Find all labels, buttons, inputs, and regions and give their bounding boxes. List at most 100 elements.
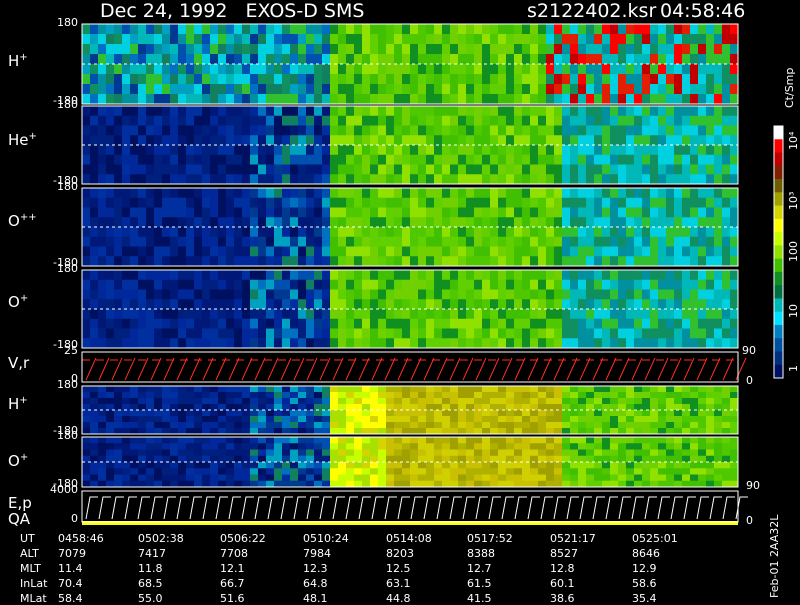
heatmap-cell — [626, 318, 634, 329]
heatmap-cell — [450, 154, 458, 165]
heatmap-cell — [370, 449, 378, 457]
heatmap-cell — [434, 135, 442, 146]
heatmap-cell — [282, 289, 290, 300]
heatmap-cell — [394, 106, 402, 117]
heatmap-cell — [170, 468, 178, 475]
heatmap-cell — [322, 207, 330, 218]
heatmap-cell — [242, 174, 250, 185]
heatmap-cell — [266, 289, 274, 300]
heatmap-cell — [674, 398, 682, 405]
heatmap-cell — [114, 64, 122, 75]
heatmap-cell — [530, 443, 538, 450]
table-cell: 0521:17 — [550, 532, 596, 545]
heatmap-cell — [594, 135, 602, 146]
heatmap-cell — [594, 106, 602, 117]
heatmap-cell — [106, 256, 114, 267]
heatmap-cell — [658, 416, 666, 423]
heatmap-cell — [602, 84, 610, 95]
heatmap-cell — [666, 270, 674, 281]
heatmap-cell — [514, 328, 522, 339]
heatmap-cell — [482, 289, 490, 300]
heatmap-cell — [234, 135, 242, 146]
heatmap-cell — [562, 24, 570, 35]
heatmap-cell — [554, 125, 562, 136]
heatmap-cell — [386, 416, 394, 423]
heatmap-cell — [674, 164, 682, 175]
heatmap-cell — [234, 256, 242, 267]
heatmap-cell — [586, 318, 594, 329]
heatmap-cell — [314, 279, 322, 290]
heatmap-cell — [306, 410, 314, 417]
heatmap-cell — [554, 480, 562, 488]
heatmap-cell — [618, 125, 626, 136]
heatmap-cell — [306, 437, 314, 444]
heatmap-cell — [186, 64, 194, 75]
heatmap-cell — [378, 318, 386, 329]
heatmap-cell — [682, 197, 690, 208]
heatmap-cell — [194, 74, 202, 85]
heatmap-cell — [458, 449, 466, 457]
heatmap-cell — [330, 318, 338, 329]
heatmap-cell — [394, 256, 402, 267]
heatmap-cell — [514, 145, 522, 156]
heatmap-cell — [346, 462, 354, 469]
heatmap-cell — [122, 64, 130, 75]
heatmap-cell — [186, 188, 194, 199]
heatmap-cell — [706, 236, 714, 247]
heatmap-cell — [98, 84, 106, 95]
heatmap-cell — [578, 468, 586, 475]
heatmap-cell — [610, 227, 618, 238]
heatmap-cell — [514, 54, 522, 65]
heatmap-cell — [466, 289, 474, 300]
heatmap-cell — [618, 207, 626, 218]
heatmap-cell — [562, 174, 570, 185]
heatmap-cell — [546, 236, 554, 247]
heatmap-cell — [690, 455, 698, 463]
heatmap-cell — [442, 392, 450, 399]
heatmap-cell — [562, 164, 570, 175]
heatmap-cell — [474, 64, 482, 75]
heatmap-cell — [90, 227, 98, 238]
heatmap-cell — [370, 416, 378, 423]
heatmap-cell — [714, 422, 722, 429]
heatmap-cell — [426, 289, 434, 300]
table-cell: 51.6 — [220, 592, 245, 605]
heatmap-cell — [170, 94, 178, 105]
heatmap-cell — [234, 54, 242, 65]
heatmap-cell — [690, 174, 698, 185]
heatmap-cell — [586, 227, 594, 238]
heatmap-cell — [658, 34, 666, 45]
heatmap-cell — [706, 437, 714, 444]
heatmap-cell — [450, 392, 458, 399]
heatmap-cell — [154, 422, 162, 429]
heatmap-cell — [242, 24, 250, 35]
heatmap-cell — [210, 174, 218, 185]
table-cell: 12.5 — [386, 562, 411, 575]
heatmap-cell — [178, 474, 186, 482]
heatmap-cell — [602, 256, 610, 267]
heatmap-cell — [114, 246, 122, 257]
heatmap-cell — [194, 422, 202, 429]
heatmap-cell — [698, 106, 706, 117]
heatmap-cell — [138, 217, 146, 228]
heatmap-cell — [730, 24, 738, 35]
heatmap-cell — [594, 164, 602, 175]
heatmap-cell — [370, 279, 378, 290]
heatmap-cell — [314, 392, 322, 399]
heatmap-cell — [378, 474, 386, 482]
heatmap-cell — [562, 462, 570, 469]
heatmap-cell — [402, 174, 410, 185]
heatmap-cell — [426, 115, 434, 126]
heatmap-cell — [362, 227, 370, 238]
heatmap-cell — [714, 443, 722, 450]
heatmap-cell — [122, 480, 130, 488]
heatmap-cell — [234, 227, 242, 238]
heatmap-cell — [274, 474, 282, 482]
heatmap-cell — [282, 106, 290, 117]
heatmap-cell — [730, 299, 738, 310]
heatmap-cell — [722, 299, 730, 310]
heatmap-cell — [218, 44, 226, 55]
heatmap-cell — [714, 84, 722, 95]
heatmap-cell — [578, 443, 586, 450]
heatmap-cell — [314, 115, 322, 126]
